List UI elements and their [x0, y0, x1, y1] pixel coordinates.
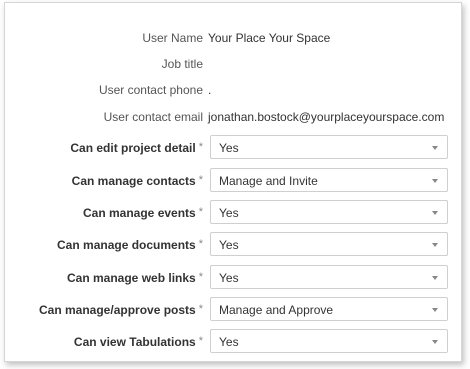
permission-label-text: Can manage events: [83, 206, 196, 220]
chevron-down-icon: [432, 276, 438, 280]
permission-row-edit-project: Can edit project detail * Yes: [5, 135, 461, 159]
job-title-row: Job title: [5, 53, 461, 75]
contact-phone-row: User contact phone .: [5, 79, 461, 101]
user-name-value: Your Place Your Space: [208, 31, 331, 45]
required-marker: *: [198, 206, 203, 218]
permission-label-text: Can manage documents: [57, 238, 196, 252]
permission-label: Can manage web links *: [67, 267, 203, 289]
permission-row-manage-web-links: Can manage web links * Yes: [5, 265, 461, 289]
contact-phone-label: User contact phone: [98, 83, 203, 97]
select-value: Yes: [219, 206, 239, 220]
user-name-row: User Name Your Place Your Space: [5, 27, 461, 49]
manage-contacts-select[interactable]: Manage and Invite: [210, 168, 448, 192]
permission-row-manage-documents: Can manage documents * Yes: [5, 232, 461, 256]
permission-label-text: Can edit project detail: [70, 141, 196, 155]
permission-label: Can manage contacts *: [72, 170, 203, 192]
select-value: Yes: [219, 141, 239, 155]
chevron-down-icon: [432, 340, 438, 344]
required-marker: *: [198, 238, 203, 250]
permission-row-manage-events: Can manage events * Yes: [5, 200, 461, 224]
contact-email-value: jonathan.bostock@yourplaceyourspace.com: [208, 110, 445, 124]
permission-row-manage-posts: Can manage/approve posts * Manage and App…: [5, 297, 461, 321]
manage-approve-posts-select[interactable]: Manage and Approve: [210, 297, 448, 321]
permission-label-text: Can view Tabulations: [73, 335, 196, 349]
permission-label-text: Can manage/approve posts: [39, 303, 196, 317]
view-tabulations-select[interactable]: Yes: [210, 329, 448, 353]
select-value: Manage and Approve: [219, 303, 334, 317]
manage-web-links-select[interactable]: Yes: [210, 265, 448, 289]
required-marker: *: [198, 335, 203, 347]
select-value: Manage and Invite: [219, 174, 318, 188]
permission-label-text: Can manage contacts: [71, 174, 196, 188]
permission-label: Can edit project detail *: [70, 137, 203, 159]
edit-project-detail-select[interactable]: Yes: [210, 135, 448, 159]
permission-label: Can view Tabulations *: [74, 331, 203, 353]
permission-label-text: Can manage web links: [67, 271, 196, 285]
chevron-down-icon: [432, 308, 438, 312]
contact-phone-value: .: [208, 83, 212, 97]
chevron-down-icon: [432, 146, 438, 150]
permission-row-manage-contacts: Can manage contacts * Manage and Invite: [5, 168, 461, 192]
manage-documents-select[interactable]: Yes: [210, 232, 448, 256]
permission-label: Can manage/approve posts *: [39, 299, 203, 321]
required-marker: *: [198, 174, 203, 186]
permission-label: Can manage events *: [83, 202, 203, 224]
permission-row-view-tabulations: Can view Tabulations * Yes: [5, 329, 461, 353]
job-title-label: Job title: [161, 57, 203, 71]
contact-email-label: User contact email: [103, 110, 203, 124]
contact-email-row: User contact email jonathan.bostock@your…: [5, 106, 461, 128]
required-marker: *: [198, 141, 203, 153]
chevron-down-icon: [432, 179, 438, 183]
manage-events-select[interactable]: Yes: [210, 200, 448, 224]
user-permissions-panel: User Name Your Place Your Space Job titl…: [4, 2, 462, 362]
chevron-down-icon: [432, 211, 438, 215]
required-marker: *: [198, 303, 203, 315]
permission-label: Can manage documents *: [57, 234, 203, 256]
select-value: Yes: [219, 271, 239, 285]
chevron-down-icon: [432, 243, 438, 247]
required-marker: *: [198, 271, 203, 283]
select-value: Yes: [219, 238, 239, 252]
select-value: Yes: [219, 335, 239, 349]
user-name-label: User Name: [142, 31, 203, 45]
